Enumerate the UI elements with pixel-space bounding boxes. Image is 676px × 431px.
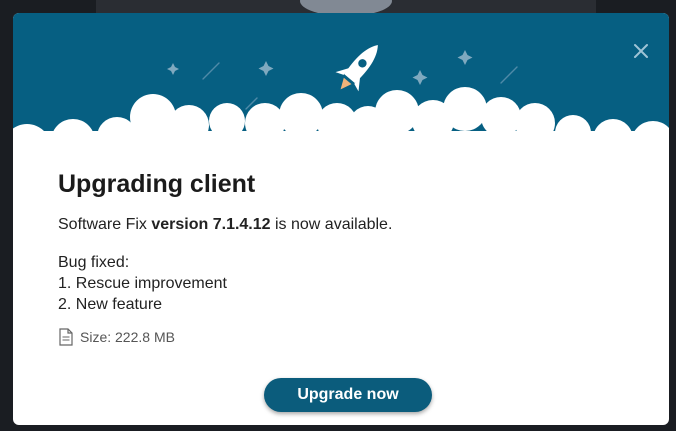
sparkle-icon: [258, 61, 274, 76]
file-icon: [59, 328, 73, 346]
version-prefix: Software Fix: [58, 216, 152, 233]
release-note-item: 2. New feature: [58, 296, 163, 313]
hero-illustration: [13, 44, 669, 147]
release-note-item: 1. Rescue improvement: [58, 275, 227, 292]
sparkle-icon: [167, 63, 179, 75]
download-size: Size: 222.8 MB: [58, 328, 175, 346]
shooting-star-icon: [202, 62, 220, 80]
upgrade-now-button[interactable]: Upgrade now: [264, 378, 432, 412]
upgrade-dialog: Upgrading client Software Fix version 7.…: [13, 13, 669, 425]
cloud-bank: [13, 87, 669, 147]
release-notes-heading: Bug fixed:: [58, 254, 130, 271]
sparkle-icon: [412, 70, 428, 85]
download-size-label: Size: 222.8 MB: [80, 329, 175, 345]
release-notes: Bug fixed: 1. Rescue improvement 2. New …: [58, 252, 227, 315]
dialog-hero-banner: [13, 13, 669, 147]
version-message: Software Fix version 7.1.4.12 is now ava…: [58, 216, 392, 234]
sparkle-icon: [457, 50, 473, 65]
version-suffix: is now available.: [270, 216, 393, 233]
shooting-star-icon: [500, 66, 518, 84]
close-icon: [634, 44, 648, 58]
version-number: version 7.1.4.12: [151, 216, 271, 233]
close-button[interactable]: [629, 39, 653, 63]
rocket-icon: [335, 44, 378, 92]
dialog-title: Upgrading client: [58, 170, 256, 198]
